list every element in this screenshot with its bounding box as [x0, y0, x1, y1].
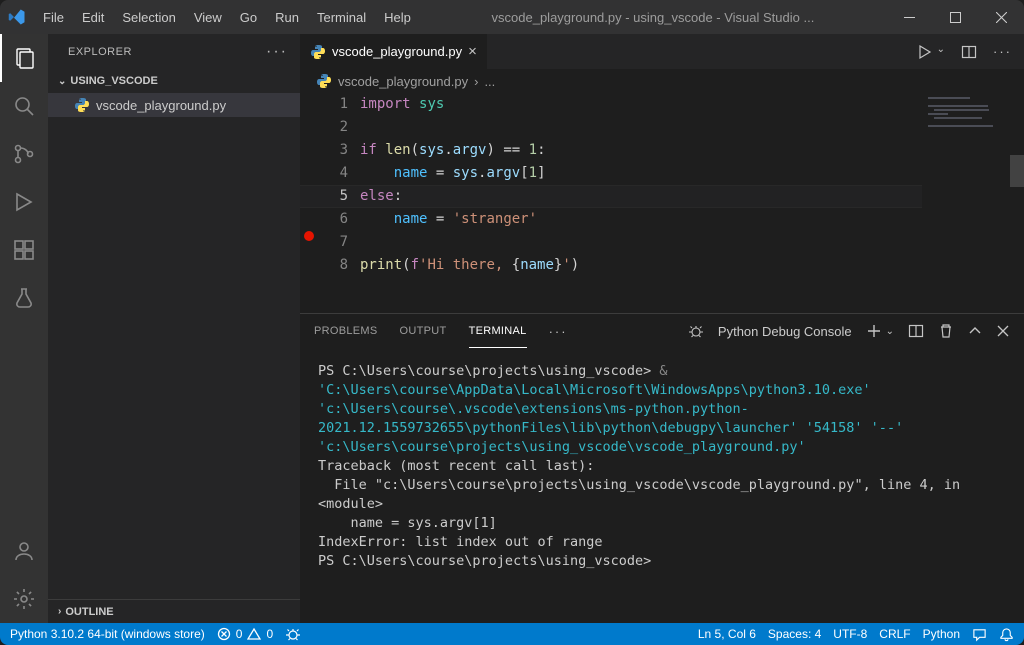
editor-tabbar: vscode_playground.py × ⌄ ··· [300, 34, 1024, 69]
menu-go[interactable]: Go [231, 0, 266, 34]
explorer-section[interactable]: ⌄ USING_VSCODE [48, 69, 300, 93]
activity-bar [0, 34, 48, 623]
activity-extensions[interactable] [0, 226, 48, 274]
menu-terminal[interactable]: Terminal [308, 0, 375, 34]
tab-label: vscode_playground.py [332, 44, 462, 59]
terminal-launcher-label[interactable]: Python Debug Console [718, 324, 852, 339]
activity-accounts[interactable] [0, 527, 48, 575]
bottom-panel: PROBLEMS OUTPUT TERMINAL ··· Python Debu… [300, 313, 1024, 623]
status-debug-start[interactable] [285, 623, 301, 645]
app-logo [0, 8, 34, 26]
file-list: vscode_playground.py [48, 93, 300, 599]
panel-tabs-more-icon[interactable]: ··· [549, 324, 568, 339]
outline-label: OUTLINE [65, 606, 113, 618]
new-terminal-button[interactable] [866, 323, 882, 339]
python-file-icon [310, 44, 326, 60]
status-language[interactable]: Python [923, 623, 960, 645]
file-item[interactable]: vscode_playground.py [48, 93, 300, 117]
menu-view[interactable]: View [185, 0, 231, 34]
minimap[interactable] [922, 93, 1010, 313]
terminal-dropdown-icon[interactable]: ⌄ [886, 326, 894, 337]
activity-run[interactable] [0, 178, 48, 226]
debug-console-icon [688, 323, 704, 339]
panel-tab-problems[interactable]: PROBLEMS [314, 314, 378, 348]
split-editor-button[interactable] [961, 44, 977, 60]
explorer-title: EXPLORER [68, 46, 132, 58]
menu-bar: File Edit Selection View Go Run Terminal… [34, 0, 420, 34]
status-interpreter[interactable]: Python 3.10.2 64-bit (windows store) [10, 623, 205, 645]
line-number: 7 [320, 231, 348, 254]
explorer-header: EXPLORER ··· [48, 34, 300, 69]
status-warnings-count: 0 [266, 627, 273, 641]
minimize-button[interactable] [886, 0, 932, 34]
line-number: 4 [320, 162, 348, 185]
menu-file[interactable]: File [34, 0, 73, 34]
explorer-section-label: USING_VSCODE [70, 75, 157, 87]
activity-testing[interactable] [0, 274, 48, 322]
line-number: 6 [320, 208, 348, 231]
maximize-button[interactable] [932, 0, 978, 34]
activity-scm[interactable] [0, 130, 48, 178]
python-file-icon [316, 73, 332, 89]
menu-help[interactable]: Help [375, 0, 420, 34]
line-number: 5 [320, 185, 348, 208]
status-feedback-icon[interactable] [972, 623, 987, 645]
status-spaces[interactable]: Spaces: 4 [768, 623, 821, 645]
breadcrumb-separator: › [474, 74, 478, 89]
terminal-output[interactable]: PS C:\Users\course\projects\using_vscode… [300, 348, 1024, 623]
explorer-sidebar: EXPLORER ··· ⌄ USING_VSCODE vscode_playg… [48, 34, 300, 623]
more-actions-icon[interactable]: ··· [993, 44, 1012, 60]
status-problems[interactable]: 0 0 [217, 623, 273, 645]
activity-settings[interactable] [0, 575, 48, 623]
status-errors-count: 0 [236, 627, 243, 641]
code-content[interactable]: import sys if len(sys.argv) == 1: name =… [360, 93, 579, 313]
tab-actions: ⌄ ··· [905, 44, 1024, 60]
scrollbar-thumb[interactable] [1010, 155, 1024, 187]
line-number: 1 [320, 93, 348, 116]
close-icon[interactable]: × [468, 43, 477, 60]
status-bell-icon[interactable] [999, 623, 1014, 645]
line-number: 3 [320, 139, 348, 162]
panel-tabs: PROBLEMS OUTPUT TERMINAL ··· Python Debu… [300, 314, 1024, 348]
window-title: vscode_playground.py - using_vscode - Vi… [420, 10, 886, 25]
title-bar: File Edit Selection View Go Run Terminal… [0, 0, 1024, 34]
status-lncol[interactable]: Ln 5, Col 6 [698, 623, 756, 645]
breakpoint-dot-icon[interactable] [304, 231, 314, 241]
menu-edit[interactable]: Edit [73, 0, 113, 34]
outline-section[interactable]: › OUTLINE [48, 599, 300, 623]
editor-pane[interactable]: 1 2 3 4 5 6 7 8 import sys if len(sys.ar… [300, 93, 1024, 313]
breadcrumb-file: vscode_playground.py [338, 74, 468, 89]
editor-tab[interactable]: vscode_playground.py × [300, 34, 488, 69]
menu-selection[interactable]: Selection [113, 0, 184, 34]
breadcrumbs[interactable]: vscode_playground.py › ... [300, 69, 1024, 93]
chevron-down-icon: ⌄ [58, 76, 66, 87]
explorer-more-icon[interactable]: ··· [266, 43, 288, 61]
activity-search[interactable] [0, 82, 48, 130]
run-file-button[interactable] [917, 44, 933, 60]
breakpoint-gutter[interactable] [300, 93, 320, 313]
split-terminal-button[interactable] [908, 323, 924, 339]
panel-tab-terminal[interactable]: TERMINAL [469, 314, 527, 348]
python-file-icon [74, 97, 90, 113]
run-dropdown-icon[interactable]: ⌄ [937, 44, 945, 60]
close-button[interactable] [978, 0, 1024, 34]
activity-explorer[interactable] [0, 34, 48, 82]
status-bar: Python 3.10.2 64-bit (windows store) 0 0… [0, 623, 1024, 645]
close-panel-button[interactable] [996, 324, 1010, 338]
maximize-panel-button[interactable] [968, 324, 982, 338]
line-number: 2 [320, 116, 348, 139]
panel-tab-output[interactable]: OUTPUT [400, 314, 447, 348]
line-number: 8 [320, 254, 348, 277]
menu-run[interactable]: Run [266, 0, 308, 34]
breadcrumb-more: ... [484, 74, 495, 89]
editor-scrollbar[interactable] [1010, 93, 1024, 313]
chevron-right-icon: › [58, 606, 61, 617]
kill-terminal-button[interactable] [938, 323, 954, 339]
file-name: vscode_playground.py [96, 98, 226, 113]
status-encoding[interactable]: UTF-8 [833, 623, 867, 645]
window-controls [886, 0, 1024, 34]
line-number-gutter: 1 2 3 4 5 6 7 8 [320, 93, 360, 313]
status-eol[interactable]: CRLF [879, 623, 910, 645]
editor-area: vscode_playground.py × ⌄ ··· vscode_play… [300, 34, 1024, 623]
